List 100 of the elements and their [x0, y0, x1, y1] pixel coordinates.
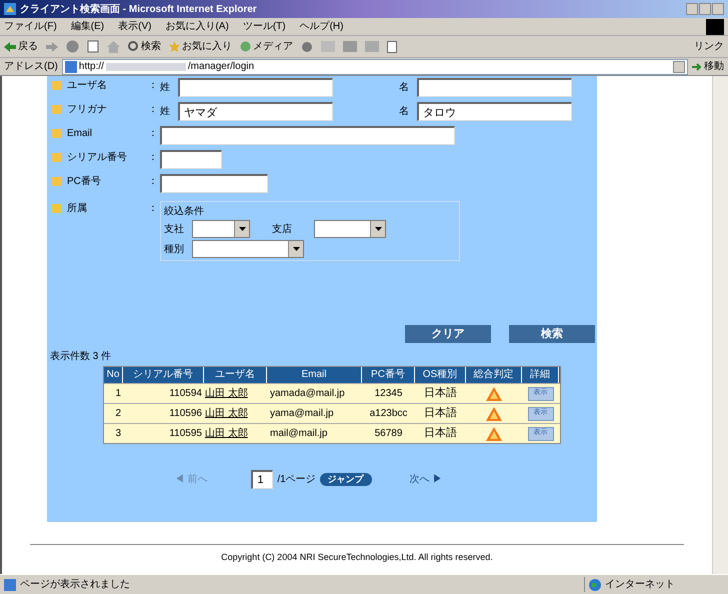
close-button[interactable] [712, 3, 724, 15]
column-header: 総合判定 [466, 367, 522, 383]
address-label: アドレス(D) [4, 60, 58, 74]
field-label: フリガナ [67, 103, 107, 117]
dropdown[interactable] [192, 240, 304, 258]
status-text: ページが表示されました [20, 578, 130, 592]
colon: ： [148, 103, 159, 117]
maximize-button[interactable] [699, 3, 711, 15]
media-button[interactable]: メディア [253, 39, 293, 54]
pc-number-field[interactable] [160, 174, 268, 193]
field-label: PC番号 [67, 174, 101, 189]
table-cell-text: 110594 [168, 387, 203, 401]
user-link[interactable]: 山田 太郎 [204, 406, 267, 421]
address-field[interactable]: http:// /manager/login [62, 58, 688, 74]
warning-icon [486, 386, 502, 400]
email-field[interactable] [160, 126, 455, 145]
bullet-icon [52, 177, 61, 186]
table-cell-text: yama@mail.jp [269, 407, 335, 421]
user-link[interactable]: 山田 太郎 [204, 426, 267, 441]
bullet-icon [52, 153, 61, 162]
select-label: 支社 [164, 222, 185, 236]
column-header: ユーザ名 [204, 367, 267, 383]
menu-item[interactable]: ヘルプ(H) [300, 19, 344, 34]
table-cell-text: 12345 [374, 387, 404, 401]
page-icon [387, 40, 397, 52]
go-button[interactable]: 移動 [704, 59, 724, 74]
serial-field[interactable] [160, 150, 222, 169]
table-cell-text: 2 [114, 407, 122, 421]
stop-icon [66, 40, 79, 53]
jump-button[interactable]: ジャンプ [320, 473, 372, 486]
table-cell-text: 日本語 [423, 386, 458, 402]
column-header: Email [267, 367, 362, 383]
scrollbar[interactable] [712, 76, 728, 574]
last-name-field[interactable]: ヤマダ [178, 102, 333, 121]
table-cell-text: 110595 [168, 427, 203, 441]
table-cell-text: 56789 [374, 427, 404, 441]
dropdown[interactable] [314, 220, 386, 238]
page-icon [64, 60, 77, 72]
bullet-icon [52, 81, 61, 90]
menu-item[interactable]: お気に入り(A) [165, 19, 229, 34]
column-header: PC番号 [362, 367, 415, 383]
last-name-field[interactable] [178, 78, 333, 97]
table-cell-text: 1 [114, 387, 122, 401]
back-arrow-icon [4, 42, 16, 52]
colon: ： [148, 151, 159, 165]
dropdown-button[interactable] [673, 60, 685, 72]
last-name-label: 姓 [160, 81, 171, 95]
first-name-field[interactable] [417, 78, 572, 97]
first-name-label: 名 [399, 81, 410, 95]
table-cell-text: 3 [114, 427, 122, 441]
select-label: 支店 [272, 222, 293, 236]
first-name-field[interactable]: タロウ [417, 102, 572, 121]
table-cell-text: 日本語 [423, 426, 458, 442]
bullet-icon [52, 105, 61, 114]
column-header: シリアル番号 [123, 367, 204, 383]
minimize-button[interactable] [686, 3, 698, 15]
forward-arrow-icon [46, 42, 58, 52]
warning-icon [486, 406, 502, 420]
first-name-label: 名 [399, 105, 410, 119]
group-legend: 絞込条件 [164, 204, 456, 219]
copyright: Copyright (C) 2004 NRI SecureTechnologies,Ltd. All rights reserved. [221, 551, 493, 564]
search-button[interactable]: 検索 [509, 325, 595, 343]
column-header: No [104, 367, 123, 383]
favorites-button[interactable]: お気に入り [182, 39, 232, 54]
clear-button[interactable]: クリア [405, 325, 491, 343]
field-label: シリアル番号 [67, 150, 127, 165]
next-link[interactable]: 次へ ▶ [410, 472, 442, 487]
select-label: 種別 [164, 242, 185, 256]
back-button[interactable]: 戻る [18, 39, 38, 54]
zone-text: インターネット [605, 578, 675, 592]
links-label[interactable]: リンク [694, 39, 724, 54]
table-cell-text: a123bcc [368, 407, 408, 421]
search-button[interactable]: 検索 [141, 39, 161, 54]
star-icon [169, 41, 180, 52]
result-count: 表示件数 3 件 [50, 350, 112, 364]
url-scheme: http:// [78, 60, 104, 74]
window-title: クライアント検索画面 - Microsoft Internet Explorer [20, 2, 257, 16]
page-count: /1ページ [277, 473, 316, 487]
media-icon [240, 41, 251, 52]
menu-item[interactable]: 編集(E) [70, 19, 104, 34]
caret-icon [238, 227, 246, 231]
column-header: OS種別 [415, 367, 466, 383]
field-label: Email [67, 127, 92, 141]
caret-icon [292, 247, 300, 251]
page-field[interactable]: 1 [251, 470, 274, 489]
globe-icon [589, 578, 601, 590]
table-cell-text: 日本語 [423, 406, 458, 422]
field-label: ユーザ名 [67, 79, 107, 93]
refresh-icon [87, 40, 99, 53]
menu-item[interactable]: ファイル(F) [4, 19, 57, 34]
column-header: 詳細 [522, 367, 559, 383]
menu-item[interactable]: 表示(V) [118, 19, 152, 34]
user-link[interactable]: 山田 太郎 [204, 386, 267, 401]
history-icon [301, 40, 313, 52]
dropdown[interactable] [192, 220, 250, 238]
colon: ： [148, 175, 159, 189]
app-icon [4, 3, 16, 15]
home-icon [107, 40, 120, 52]
table-cell-text: 110596 [168, 407, 203, 421]
menu-item[interactable]: ツール(T) [242, 19, 286, 34]
